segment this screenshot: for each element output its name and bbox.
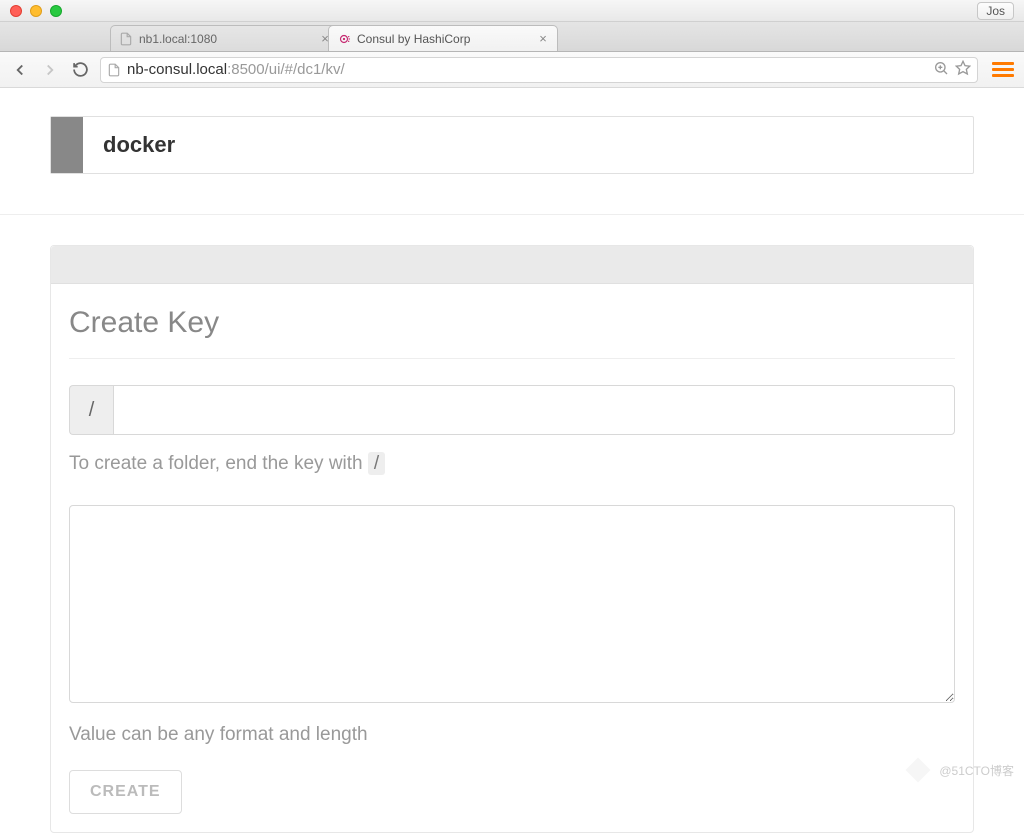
watermark-text: @51CTO博客 (939, 762, 1014, 779)
profile-button[interactable]: Jos (977, 2, 1014, 20)
menu-button[interactable] (992, 59, 1014, 81)
folder-hint: To create a folder, end the key with / (69, 453, 955, 475)
value-input[interactable] (69, 505, 955, 703)
create-key-panel: Create Key / To create a folder, end the… (50, 245, 974, 833)
key-input-group: / (69, 385, 955, 435)
folder-hint-text: To create a folder, end the key with (69, 453, 368, 474)
tab-title: nb1.local:1080 (139, 32, 313, 46)
panel-title: Create Key (69, 306, 955, 340)
watermark: @51CTO博客 (903, 755, 1014, 785)
page-icon (107, 63, 121, 77)
zoom-icon[interactable] (933, 60, 949, 80)
reload-button[interactable] (70, 60, 90, 80)
page-content: docker Create Key / To create a folder, … (0, 88, 1024, 833)
key-name-input[interactable] (113, 385, 955, 435)
url-path: :8500/ui/#/dc1/kv/ (227, 61, 345, 78)
browser-tab[interactable]: nb1.local:1080 × (110, 25, 340, 51)
browser-tab-active[interactable]: Consul by HashiCorp × (328, 25, 558, 51)
window-title-bar: Jos (0, 0, 1024, 22)
path-prefix-addon: / (69, 385, 113, 435)
close-window-button[interactable] (10, 5, 22, 17)
minimize-window-button[interactable] (30, 5, 42, 17)
traffic-lights (10, 5, 62, 17)
create-button[interactable]: CREATE (69, 770, 182, 814)
kv-item-row[interactable]: docker (50, 116, 974, 174)
forward-button[interactable] (40, 60, 60, 80)
panel-header (51, 246, 973, 284)
tab-title: Consul by HashiCorp (357, 32, 531, 46)
file-icon (119, 32, 133, 46)
bookmark-star-icon[interactable] (955, 60, 971, 80)
url-host: nb-consul.local (127, 61, 227, 78)
browser-toolbar: nb-consul.local:8500/ui/#/dc1/kv/ (0, 52, 1024, 88)
kv-key-name: docker (83, 117, 973, 173)
consul-icon (337, 32, 351, 46)
value-hint: Value can be any format and length (69, 724, 955, 746)
divider (0, 214, 1024, 215)
tab-strip: nb1.local:1080 × Consul by HashiCorp × (0, 22, 1024, 52)
divider (69, 358, 955, 359)
close-tab-icon[interactable]: × (537, 33, 549, 45)
url-text: nb-consul.local:8500/ui/#/dc1/kv/ (127, 61, 927, 78)
maximize-window-button[interactable] (50, 5, 62, 17)
folder-hint-code: / (368, 452, 385, 475)
address-bar[interactable]: nb-consul.local:8500/ui/#/dc1/kv/ (100, 57, 978, 83)
back-button[interactable] (10, 60, 30, 80)
kv-status-block (51, 117, 83, 173)
